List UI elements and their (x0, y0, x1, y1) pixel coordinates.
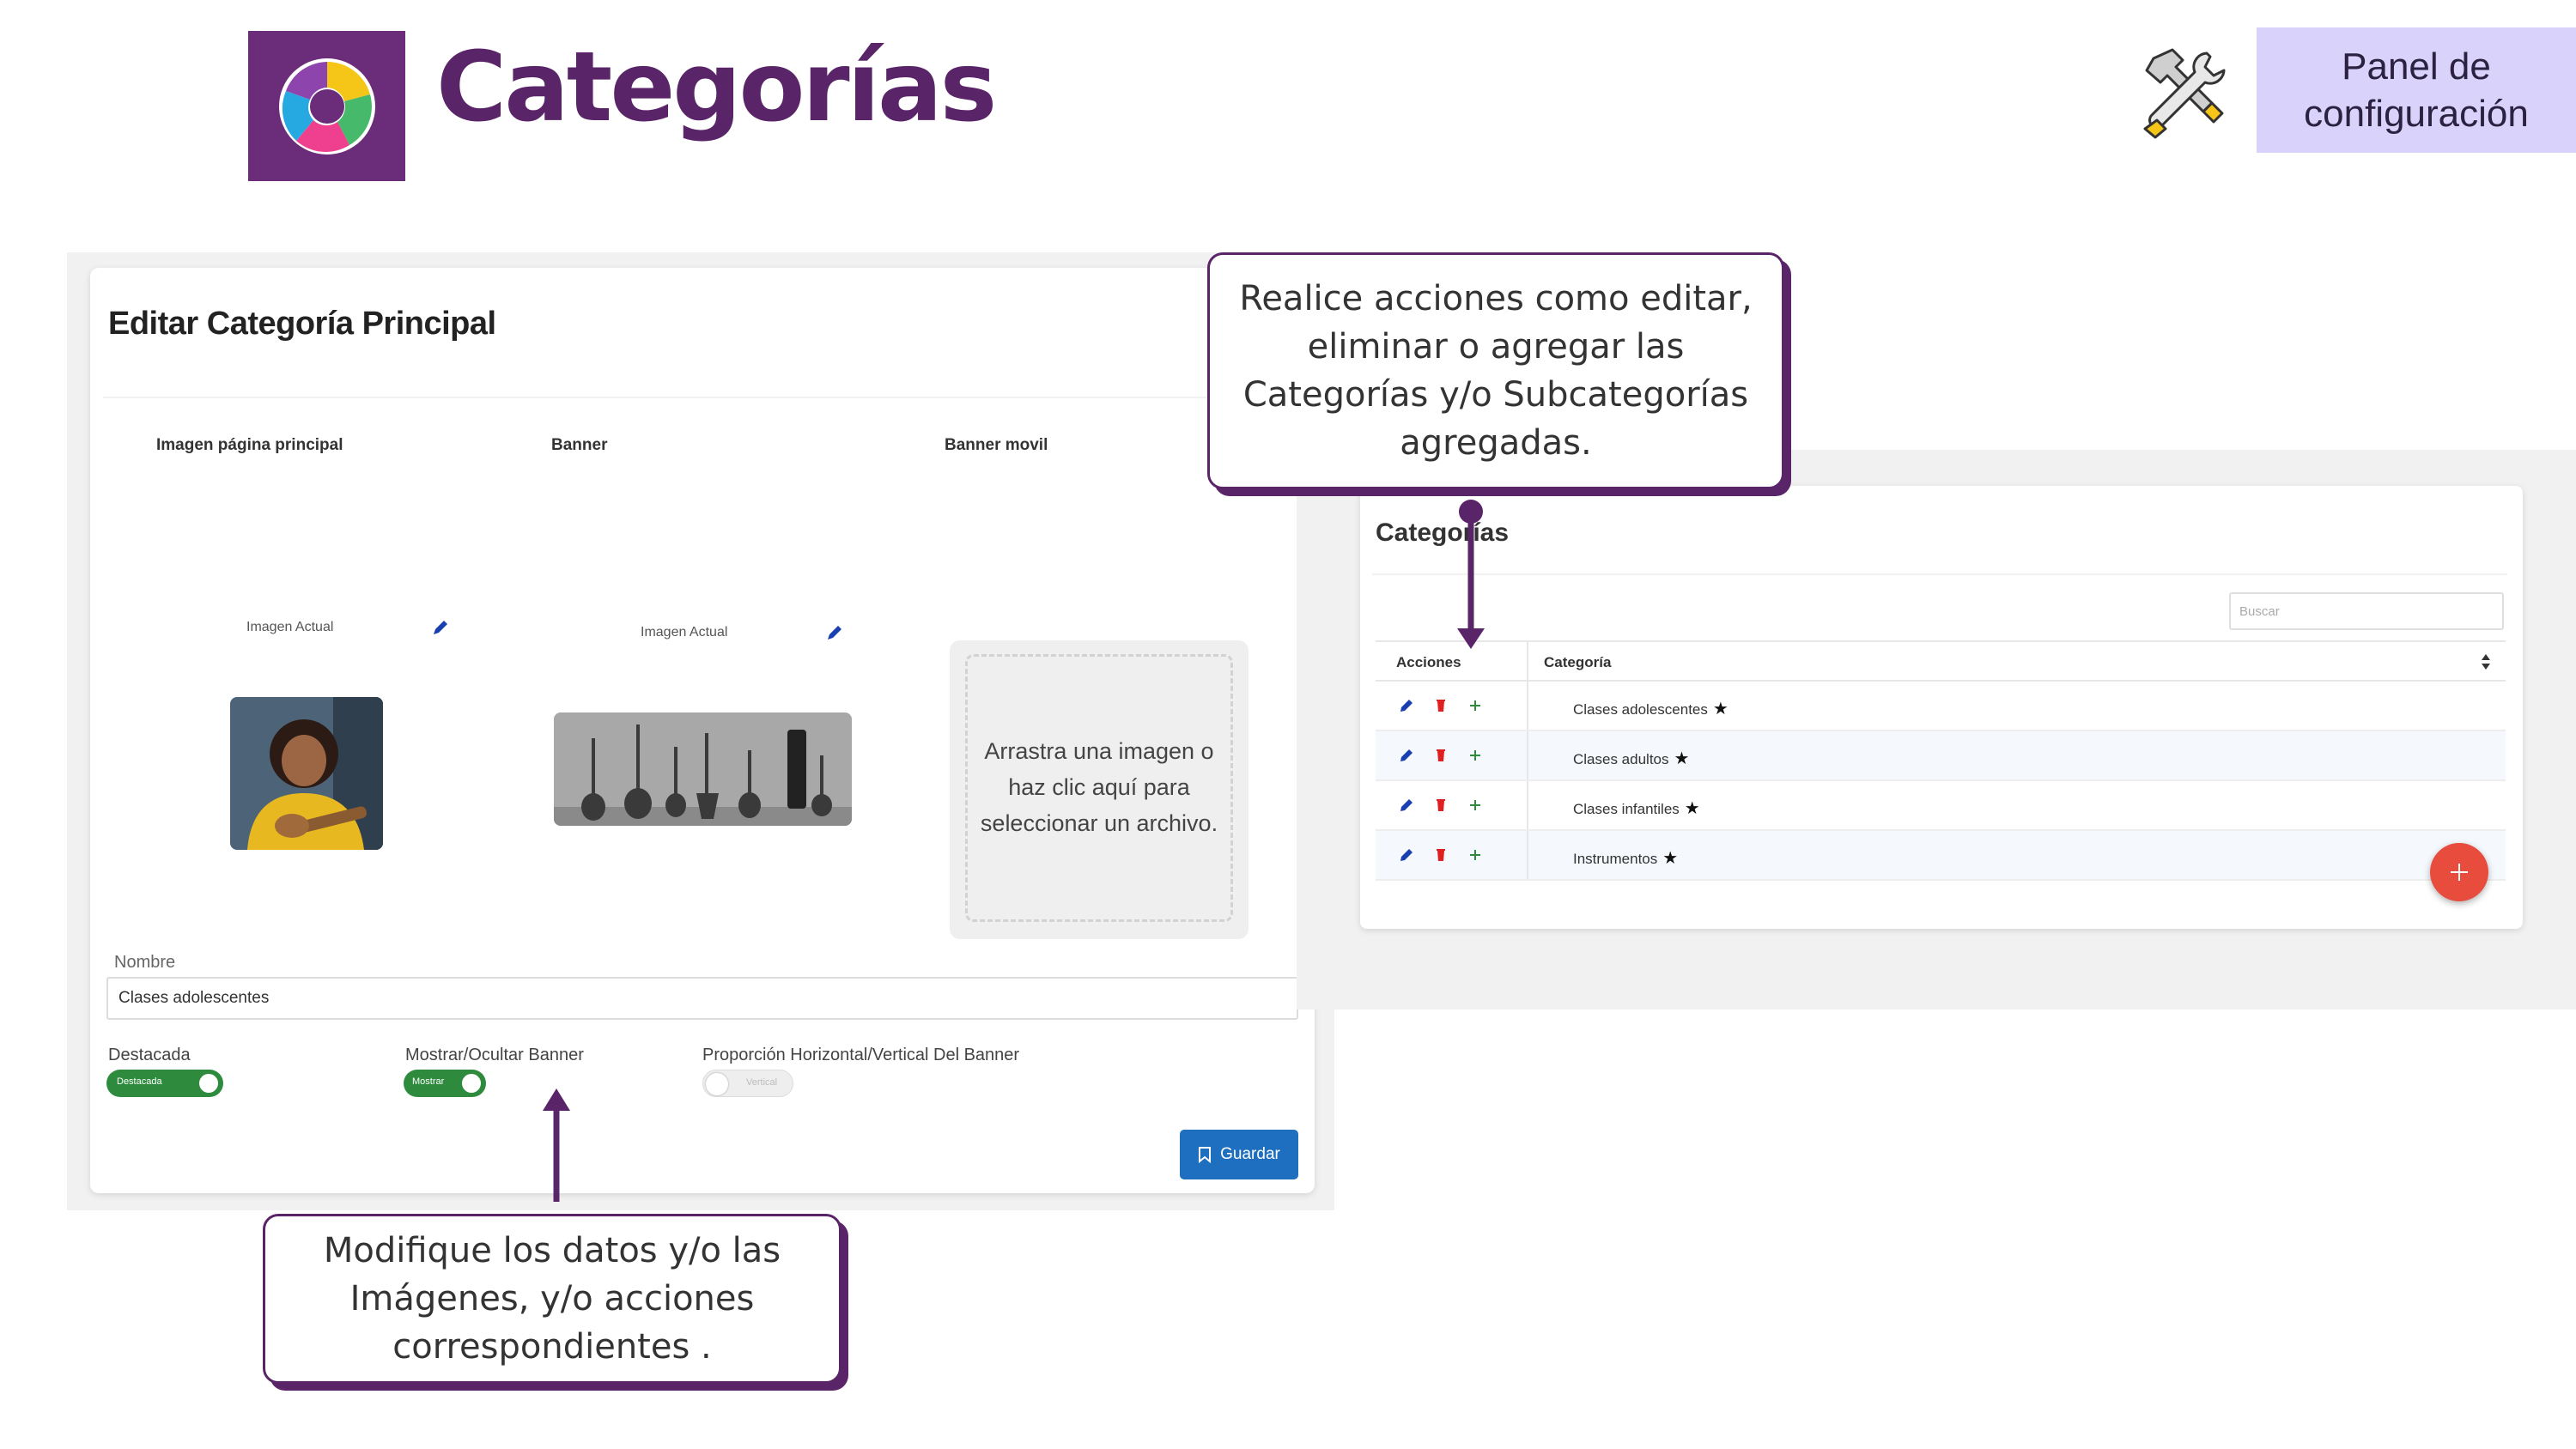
save-button-label: Guardar (1220, 1145, 1280, 1163)
toggle-knob (460, 1072, 483, 1094)
page-title: Categorías (436, 32, 997, 143)
divider (103, 397, 1305, 398)
featured-star-icon: ★ (1684, 799, 1700, 818)
featured-star-icon: ★ (1674, 749, 1690, 768)
banner-visibility-toggle-text: Mostrar (412, 1076, 445, 1087)
actions-column-header: Acciones (1396, 654, 1461, 670)
column-divider (1527, 731, 1528, 779)
panel-config-badge[interactable]: Panel de configuración (2257, 27, 2576, 153)
row-actions (1398, 747, 1484, 764)
banner-thumbnail[interactable] (554, 712, 852, 826)
category-name[interactable]: Clases adolescentes ★ (1573, 698, 1728, 719)
main-image-current-label: Imagen Actual (246, 620, 334, 634)
bookmark-icon (1199, 1147, 1212, 1163)
featured-star-icon: ★ (1662, 849, 1679, 868)
add-plus-icon[interactable] (1467, 846, 1484, 864)
edit-main-image-pencil-icon[interactable] (431, 618, 450, 637)
hammer-wrench-icon (2128, 41, 2231, 144)
app-logo (248, 31, 405, 181)
column-mobile-banner-label: Banner movil (945, 436, 1048, 454)
edit-pencil-icon[interactable] (1398, 846, 1415, 864)
add-plus-icon[interactable] (1467, 797, 1484, 814)
dropzone-text[interactable]: Arrastra una imagen o haz clic aquí para… (965, 654, 1233, 922)
main-image-thumbnail[interactable] (230, 697, 383, 850)
category-name[interactable]: Instrumentos ★ (1573, 847, 1678, 869)
featured-star-icon: ★ (1712, 700, 1728, 718)
add-plus-icon[interactable] (1467, 747, 1484, 764)
banner-orientation-toggle-text: Vertical (746, 1077, 778, 1088)
table-row: Clases adolescentes ★ (1376, 682, 2506, 731)
row-actions (1398, 697, 1484, 714)
categories-title: Categorías (1376, 518, 1510, 547)
divider (1372, 573, 2507, 575)
row-actions (1398, 846, 1484, 864)
table-row: Instrumentos ★ (1376, 831, 2506, 881)
table-header: Acciones Categoría (1376, 640, 2506, 682)
modify-callout: Modifique los datos y/o las Imágenes, y/… (263, 1214, 841, 1384)
edit-pencil-icon[interactable] (1398, 797, 1415, 814)
category-name[interactable]: Clases adultos ★ (1573, 748, 1689, 769)
featured-toggle-label: Destacada (108, 1046, 191, 1064)
search-input[interactable] (2229, 592, 2504, 630)
name-label: Nombre (114, 953, 176, 972)
edit-banner-pencil-icon[interactable] (825, 623, 844, 642)
delete-trash-icon[interactable] (1432, 697, 1449, 714)
sort-icon[interactable] (2480, 652, 2492, 671)
column-banner-label: Banner (551, 436, 608, 454)
category-column-header[interactable]: Categoría (1544, 654, 1611, 671)
column-divider (1527, 781, 1528, 829)
banner-orientation-toggle-label: Proporción Horizontal/Vertical Del Banne… (702, 1046, 1020, 1064)
edit-pencil-icon[interactable] (1398, 747, 1415, 764)
edit-pencil-icon[interactable] (1398, 697, 1415, 714)
name-input[interactable] (106, 977, 1298, 1020)
column-divider (1527, 831, 1528, 879)
color-wheel-icon (279, 58, 375, 155)
banner-current-label: Imagen Actual (641, 625, 728, 640)
toggle-knob (706, 1073, 728, 1095)
table-row: Clases adultos ★ (1376, 731, 2506, 781)
categories-table: Acciones Categoría Clases adolescentes ★ … (1376, 640, 2506, 881)
column-divider (1527, 682, 1528, 730)
delete-trash-icon[interactable] (1432, 846, 1449, 864)
table-row: Clases infantiles ★ (1376, 781, 2506, 831)
category-name[interactable]: Clases infantiles ★ (1573, 797, 1700, 819)
toggle-knob (197, 1072, 220, 1094)
banner-visibility-toggle[interactable]: Mostrar (404, 1070, 486, 1097)
column-main-image-label: Imagen página principal (156, 436, 343, 454)
add-plus-icon[interactable] (1467, 697, 1484, 714)
actions-callout: Realice acciones como editar, eliminar o… (1207, 252, 1784, 489)
add-category-fab-button[interactable] (2430, 843, 2488, 901)
featured-toggle-text: Destacada (117, 1076, 162, 1087)
save-button[interactable]: Guardar (1180, 1130, 1298, 1179)
row-actions (1398, 797, 1484, 814)
delete-trash-icon[interactable] (1432, 747, 1449, 764)
delete-trash-icon[interactable] (1432, 797, 1449, 814)
banner-orientation-toggle[interactable]: Vertical (702, 1070, 793, 1097)
edit-category-title: Editar Categoría Principal (108, 306, 496, 342)
banner-visibility-toggle-label: Mostrar/Ocultar Banner (405, 1046, 584, 1064)
plus-icon (2451, 864, 2468, 881)
featured-toggle[interactable]: Destacada (106, 1070, 223, 1097)
column-divider (1527, 642, 1528, 680)
